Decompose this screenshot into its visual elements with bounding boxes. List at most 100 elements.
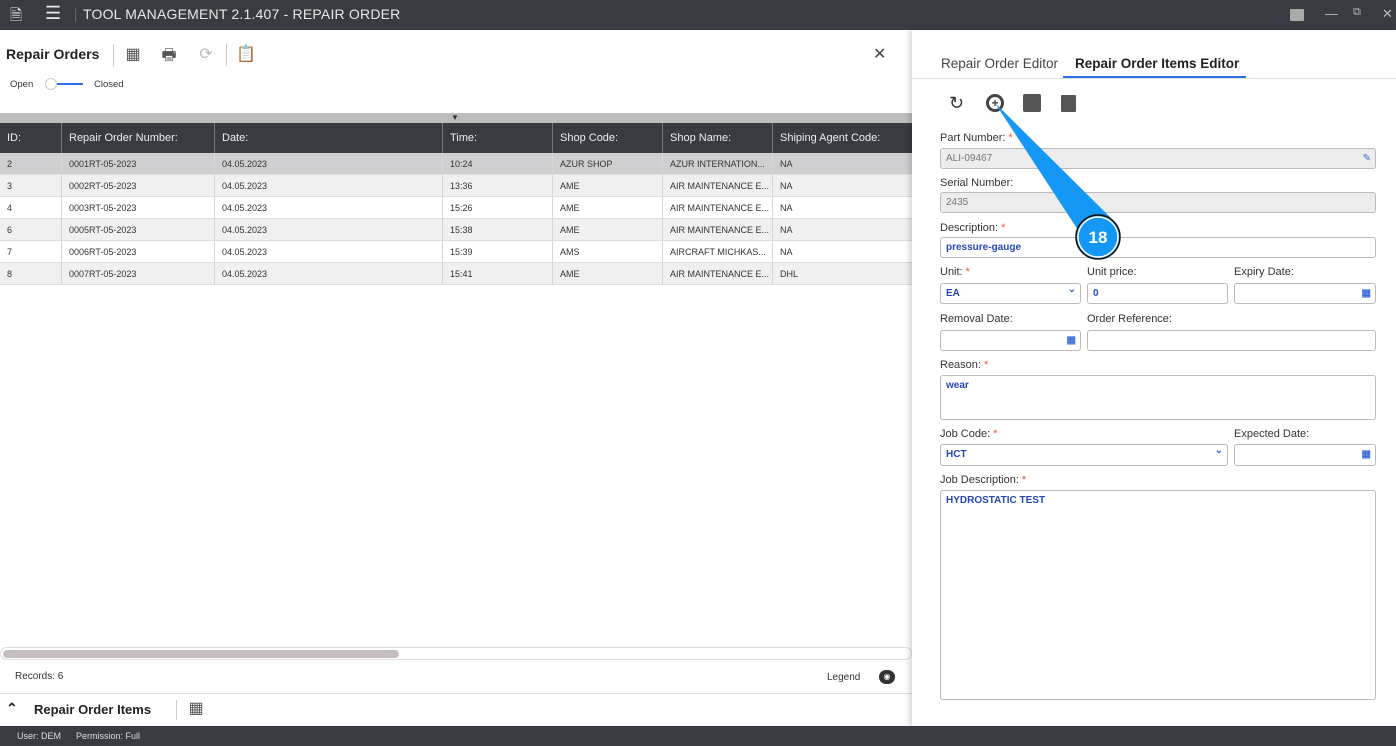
table-row[interactable]: 2 0001RT-05-2023 04.05.2023 10:24 AZUR SHOP A…: [0, 153, 912, 175]
table-cell: 15:38: [442, 219, 552, 240]
table-cell: 0001RT-05-2023: [61, 153, 214, 174]
column-header[interactable]: Shop Name:: [662, 123, 772, 153]
table-cell: AZUR INTERNATION...: [662, 153, 772, 174]
undo-icon[interactable]: ↻: [949, 93, 964, 114]
table-cell: AME: [552, 175, 662, 196]
chevron-down-icon[interactable]: ⌄: [1215, 445, 1223, 456]
table-cell: 04.05.2023: [214, 153, 442, 174]
table-cell: AIR MAINTENANCE E...: [662, 175, 772, 196]
table-cell: 04.05.2023: [214, 197, 442, 218]
order-reference-input[interactable]: [1087, 330, 1376, 351]
status-user: User: DEM: [17, 731, 62, 741]
tab-repair-order-editor[interactable]: Repair Order Editor: [941, 56, 1058, 71]
table-cell: 04.05.2023: [214, 175, 442, 196]
menu-icon[interactable]: ☰: [45, 3, 61, 24]
feedback-icon[interactable]: [1290, 9, 1304, 21]
minimize-button[interactable]: —: [1325, 6, 1338, 21]
job-description-label: Job Description: *: [940, 474, 1027, 486]
tab-repair-order-items-editor[interactable]: Repair Order Items Editor: [1075, 56, 1239, 71]
column-header[interactable]: Shop Code:: [552, 123, 662, 153]
table-cell: AME: [552, 219, 662, 240]
items-export-excel-icon[interactable]: ▦: [187, 698, 205, 718]
unit-label: Unit: *: [940, 266, 970, 278]
table-cell: AIRCRAFT MICHKAS...: [662, 241, 772, 262]
calendar-icon[interactable]: ▦: [1362, 288, 1371, 299]
unit-price-label: Unit price:: [1087, 266, 1137, 278]
table-cell: 15:41: [442, 263, 552, 284]
removal-date-input[interactable]: ▦: [940, 330, 1081, 351]
toggle-closed-label: Closed: [94, 79, 124, 90]
table-cell: 8: [7, 268, 13, 279]
table-cell: 04.05.2023: [214, 263, 442, 284]
table-row[interactable]: 3 0002RT-05-2023 04.05.2023 13:36 AME AIR MAI…: [0, 175, 912, 197]
table-cell: 0007RT-05-2023: [61, 263, 214, 284]
removal-date-label: Removal Date:: [940, 313, 1013, 325]
print-icon[interactable]: 🖶: [160, 44, 178, 64]
table-row[interactable]: 8 0007RT-05-2023 04.05.2023 15:41 AME AIR MAI…: [0, 263, 912, 285]
table-cell: 13:36: [442, 175, 552, 196]
table-cell: 15:26: [442, 197, 552, 218]
status-permission: Permission: Full: [76, 731, 141, 741]
table-cell: DHL: [772, 263, 912, 284]
add-icon[interactable]: +: [986, 94, 1004, 112]
calendar-icon[interactable]: ▦: [1362, 449, 1371, 460]
job-description-input[interactable]: HYDROSTATIC TEST: [940, 490, 1376, 700]
restore-button[interactable]: ⧉: [1353, 6, 1361, 19]
field-value: 0: [1093, 288, 1099, 299]
chevron-down-icon[interactable]: ⌄: [1068, 284, 1076, 295]
open-closed-toggle[interactable]: [45, 78, 83, 90]
table-cell: NA: [772, 197, 912, 218]
group-panel-strip[interactable]: ▼: [0, 113, 912, 123]
table-row[interactable]: 6 0005RT-05-2023 04.05.2023 15:38 AME AIR MAI…: [0, 219, 912, 241]
serial-number-input[interactable]: 2435: [940, 192, 1376, 213]
repair-orders-panel: Repair Orders ▦ 🖶 ⟳ 📋 ✕ Open Closed ▼ ID…: [0, 30, 912, 726]
column-header[interactable]: ID:: [0, 123, 61, 153]
unit-select[interactable]: EA ⌄: [940, 283, 1081, 304]
horizontal-scrollbar[interactable]: [0, 647, 912, 660]
column-header[interactable]: Time:: [442, 123, 552, 153]
refresh-icon[interactable]: ⟳: [197, 44, 215, 64]
table-cell: 04.05.2023: [214, 219, 442, 240]
table-cell: 0003RT-05-2023: [61, 197, 214, 218]
field-value: pressure-gauge: [946, 242, 1022, 253]
job-code-select[interactable]: HCT ⌄: [940, 444, 1228, 466]
table-cell: 0006RT-05-2023: [61, 241, 214, 262]
edit-lookup-icon[interactable]: ✎: [1363, 153, 1371, 164]
field-value: wear: [946, 380, 969, 391]
table-cell: AIR MAINTENANCE E...: [662, 263, 772, 284]
table-cell: NA: [772, 153, 912, 174]
calendar-icon[interactable]: ▦: [1067, 335, 1076, 346]
title-bar: 🗎 ☰ TOOL MANAGEMENT 2.1.407 - REPAIR ORD…: [0, 0, 1396, 30]
edit-clipboard-icon[interactable]: 📋: [236, 44, 256, 64]
save-icon[interactable]: [1023, 94, 1041, 112]
column-header[interactable]: Date:: [214, 123, 442, 153]
expiry-date-input[interactable]: ▦: [1234, 283, 1376, 304]
unit-price-input[interactable]: 0: [1087, 283, 1228, 304]
reason-label: Reason: *: [940, 359, 989, 371]
column-header[interactable]: Shiping Agent Code:: [772, 123, 912, 153]
collapse-chevron-icon[interactable]: ⌃: [6, 700, 18, 717]
eye-icon[interactable]: ◉: [879, 670, 895, 684]
table-row[interactable]: 4 0003RT-05-2023 04.05.2023 15:26 AME AIR MAI…: [0, 197, 912, 219]
expected-date-input[interactable]: ▦: [1234, 444, 1376, 466]
close-panel-button[interactable]: ✕: [873, 44, 886, 64]
table-row[interactable]: 7 0006RT-05-2023 04.05.2023 15:39 AMS AIRCRAF…: [0, 241, 912, 263]
export-excel-icon[interactable]: ▦: [124, 44, 142, 64]
reason-input[interactable]: wear: [940, 375, 1376, 420]
table-cell: AIR MAINTENANCE E...: [662, 197, 772, 218]
part-number-input[interactable]: ALI-09467 ✎: [940, 148, 1376, 169]
records-count: Records: 6: [15, 671, 64, 682]
close-window-button[interactable]: ✕: [1382, 6, 1393, 22]
table-cell: AME: [552, 197, 662, 218]
part-number-label: Part Number: *: [940, 132, 1013, 144]
scrollbar-thumb[interactable]: [3, 650, 399, 658]
description-input[interactable]: pressure-gauge: [940, 237, 1376, 258]
order-reference-label: Order Reference:: [1087, 313, 1172, 325]
table-cell: 3: [7, 180, 13, 191]
field-value: EA: [946, 288, 960, 299]
delete-icon[interactable]: [1061, 95, 1076, 112]
document-icon: 🗎: [10, 7, 23, 24]
editor-panel: Repair Order Editor Repair Order Items E…: [912, 30, 1396, 726]
table-cell: 2: [7, 158, 13, 169]
column-header[interactable]: Repair Order Number:: [61, 123, 214, 153]
